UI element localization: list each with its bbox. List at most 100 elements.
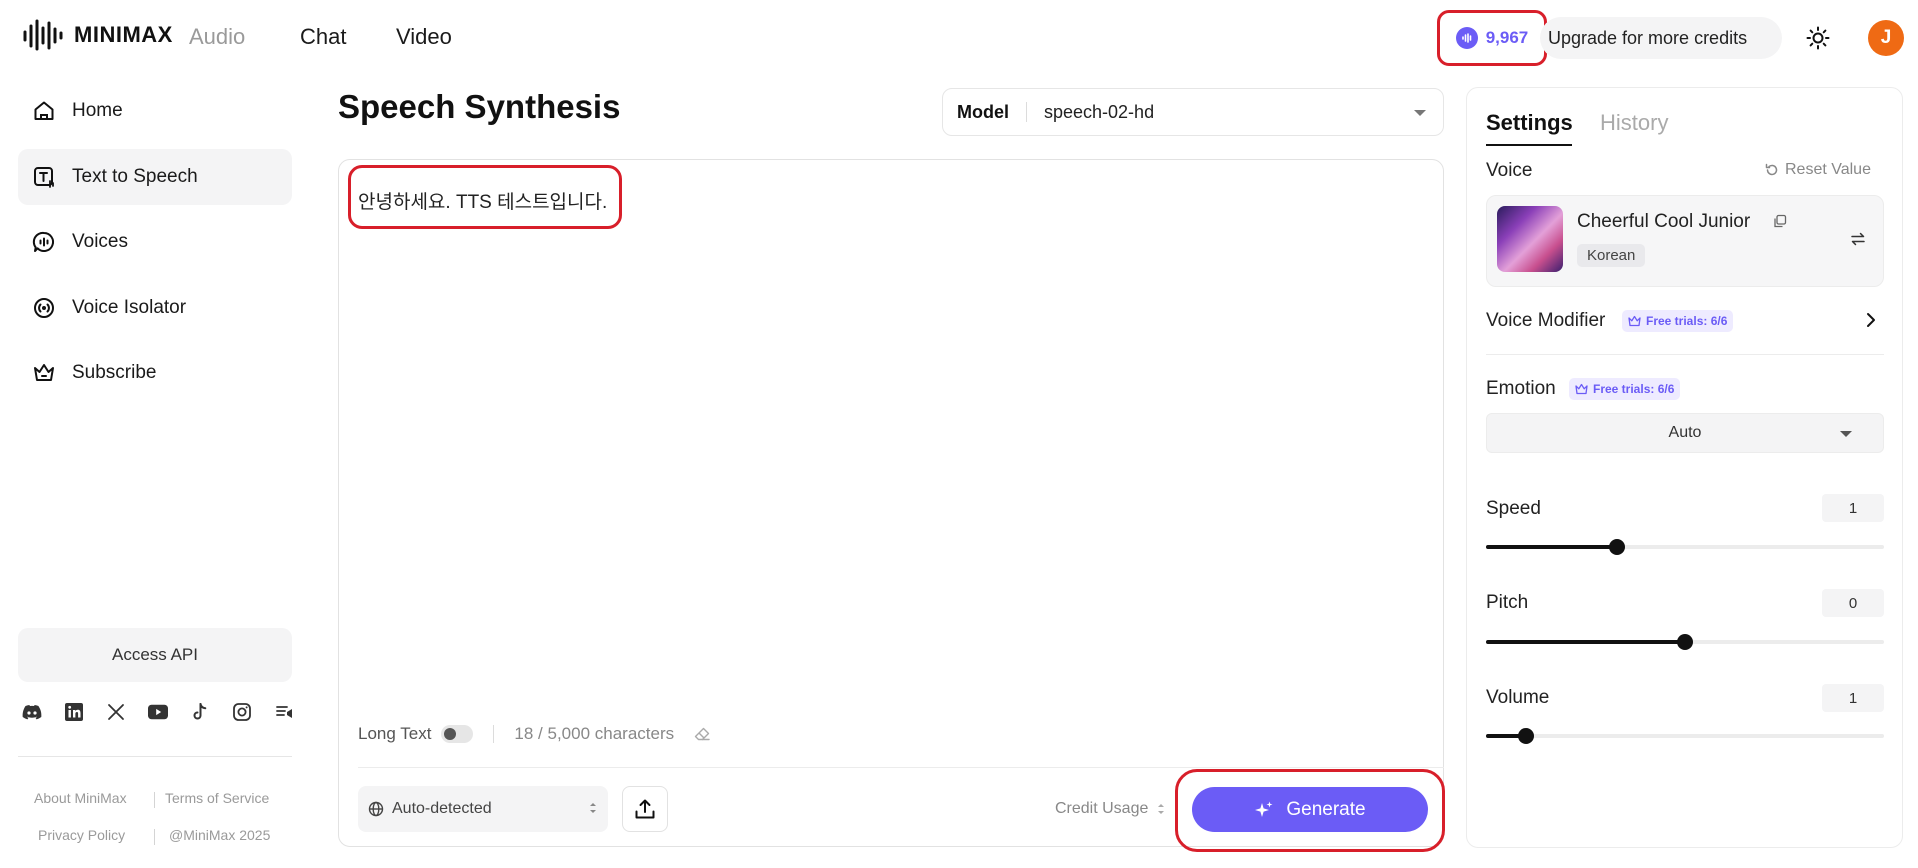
free-trial-text: Free trials: 6/6 — [1646, 314, 1728, 328]
credits-icon — [1455, 27, 1478, 49]
model-label: Model — [957, 101, 1009, 122]
credit-usage[interactable]: Credit Usage — [1055, 800, 1166, 818]
sun-icon[interactable] — [1806, 26, 1830, 50]
youtube-icon[interactable] — [148, 702, 168, 722]
active-tab-indicator — [1486, 144, 1572, 146]
page-title: Speech Synthesis — [338, 88, 621, 125]
pitch-slider[interactable] — [1486, 634, 1884, 650]
credits-value: 9,967 — [1485, 28, 1529, 47]
voices-icon — [32, 230, 56, 254]
sidebar-item-label: Home — [72, 100, 123, 121]
waveform-logo-icon — [23, 19, 63, 51]
upgrade-button[interactable]: Upgrade for more credits — [1540, 17, 1782, 59]
language-value: Auto-detected — [392, 800, 492, 817]
reset-value-button[interactable]: Reset Value — [1765, 161, 1871, 179]
footer-separator — [154, 792, 155, 808]
volume-value[interactable]: 1 — [1822, 684, 1884, 712]
editor-text[interactable]: 안녕하세요. TTS 테스트입니다. — [358, 187, 607, 214]
tiktok-icon[interactable] — [190, 702, 210, 722]
sparkle-icon — [1254, 800, 1274, 820]
emotion-value: Auto — [1668, 424, 1702, 441]
slider-fill — [1486, 545, 1618, 549]
pitch-label: Pitch — [1486, 592, 1529, 613]
nav-audio[interactable]: Audio — [189, 24, 245, 50]
long-text-toggle[interactable] — [441, 725, 474, 743]
volume-slider[interactable] — [1486, 728, 1884, 744]
model-value: speech-02-hd — [1044, 101, 1155, 122]
avatar[interactable]: J — [1868, 20, 1904, 56]
tab-settings[interactable]: Settings — [1486, 110, 1573, 136]
sidebar-item-label: Voice Isolator — [72, 297, 187, 318]
sidebar-item-label: Voices — [72, 231, 128, 252]
char-count: 18 / 5,000 characters — [514, 724, 675, 743]
sidebar-item-voices[interactable]: Voices — [18, 214, 292, 270]
pitch-value[interactable]: 0 — [1822, 589, 1884, 617]
social-links — [22, 702, 294, 722]
free-trial-badge: Free trials: 6/6 — [1569, 378, 1681, 400]
long-text-control: Long Text 18 / 5,000 characters — [358, 724, 710, 744]
swap-icon[interactable] — [1850, 232, 1866, 246]
minimax-logo[interactable]: MINIMAX — [22, 18, 173, 52]
emotion-label: Emotion — [1486, 378, 1556, 399]
x-icon[interactable] — [106, 702, 126, 722]
text-to-speech-icon — [32, 165, 56, 189]
access-api-button[interactable]: Access API — [18, 628, 292, 682]
terms-link[interactable]: Terms of Service — [165, 790, 269, 806]
emotion-select[interactable]: Auto — [1486, 413, 1884, 453]
speed-value[interactable]: 1 — [1822, 494, 1884, 522]
footer-separator — [154, 829, 155, 845]
voice-label: Voice — [1486, 160, 1533, 181]
globe-icon — [368, 801, 384, 817]
nav-chat[interactable]: Chat — [300, 24, 346, 50]
upload-icon — [634, 798, 656, 820]
nav-video[interactable]: Video — [396, 24, 452, 50]
sidebar-item-subscribe[interactable]: Subscribe — [18, 345, 292, 401]
speed-slider[interactable] — [1486, 539, 1884, 555]
copyright-text: @MiniMax 2025 — [169, 827, 271, 843]
editor-divider — [358, 767, 1444, 768]
discord-icon[interactable] — [22, 702, 42, 722]
updown-icon — [1156, 801, 1166, 817]
slider-fill — [1486, 640, 1685, 644]
voice-modifier-label[interactable]: Voice Modifier — [1486, 310, 1605, 332]
free-trial-badge: Free trials: 6/6 — [1622, 310, 1734, 332]
privacy-link[interactable]: Privacy Policy — [38, 827, 125, 843]
voice-isolator-icon — [32, 296, 56, 320]
speed-label: Speed — [1486, 498, 1541, 519]
caret-down-icon — [1839, 430, 1853, 438]
separator — [493, 725, 495, 743]
language-select[interactable]: Auto-detected — [358, 786, 608, 832]
model-select[interactable]: Model speech-02-hd — [942, 88, 1444, 136]
voice-name: Cheerful Cool Junior — [1577, 211, 1751, 232]
sidebar-divider — [18, 756, 292, 757]
sidebar-item-home[interactable]: Home — [18, 83, 292, 139]
instagram-icon[interactable] — [232, 702, 252, 722]
generate-label: Generate — [1286, 798, 1366, 820]
crown-icon — [1628, 315, 1641, 327]
chevron-right-icon[interactable] — [1866, 312, 1876, 328]
sidebar-item-voice-isolator[interactable]: Voice Isolator — [18, 280, 292, 336]
sidebar-item-text-to-speech[interactable]: Text to Speech — [18, 149, 292, 205]
copy-icon[interactable] — [1773, 214, 1787, 228]
about-link[interactable]: About MiniMax — [34, 790, 127, 806]
reset-label: Reset Value — [1785, 161, 1871, 178]
reset-icon — [1765, 163, 1779, 177]
top-bar: MINIMAX Audio Chat Video 9,967 Upgrade f… — [0, 0, 1918, 76]
voice-language-tag: Korean — [1577, 244, 1646, 267]
upload-button[interactable] — [622, 786, 668, 832]
slider-thumb[interactable] — [1517, 728, 1534, 744]
sidebar-item-label: Text to Speech — [72, 166, 198, 187]
slider-thumb[interactable] — [1677, 634, 1693, 650]
linkedin-icon[interactable] — [64, 702, 84, 722]
volume-label: Volume — [1486, 687, 1550, 708]
eraser-icon[interactable] — [694, 727, 710, 741]
news-icon[interactable] — [274, 702, 294, 722]
generate-button[interactable]: Generate — [1192, 787, 1428, 832]
tab-history[interactable]: History — [1600, 110, 1668, 136]
crown-icon — [1575, 383, 1588, 395]
crown-icon — [32, 361, 56, 385]
credits-badge[interactable]: 9,967 — [1437, 10, 1547, 66]
long-text-label: Long Text — [358, 724, 432, 743]
caret-down-icon — [1413, 109, 1427, 117]
logo-text: MINIMAX — [74, 22, 173, 47]
